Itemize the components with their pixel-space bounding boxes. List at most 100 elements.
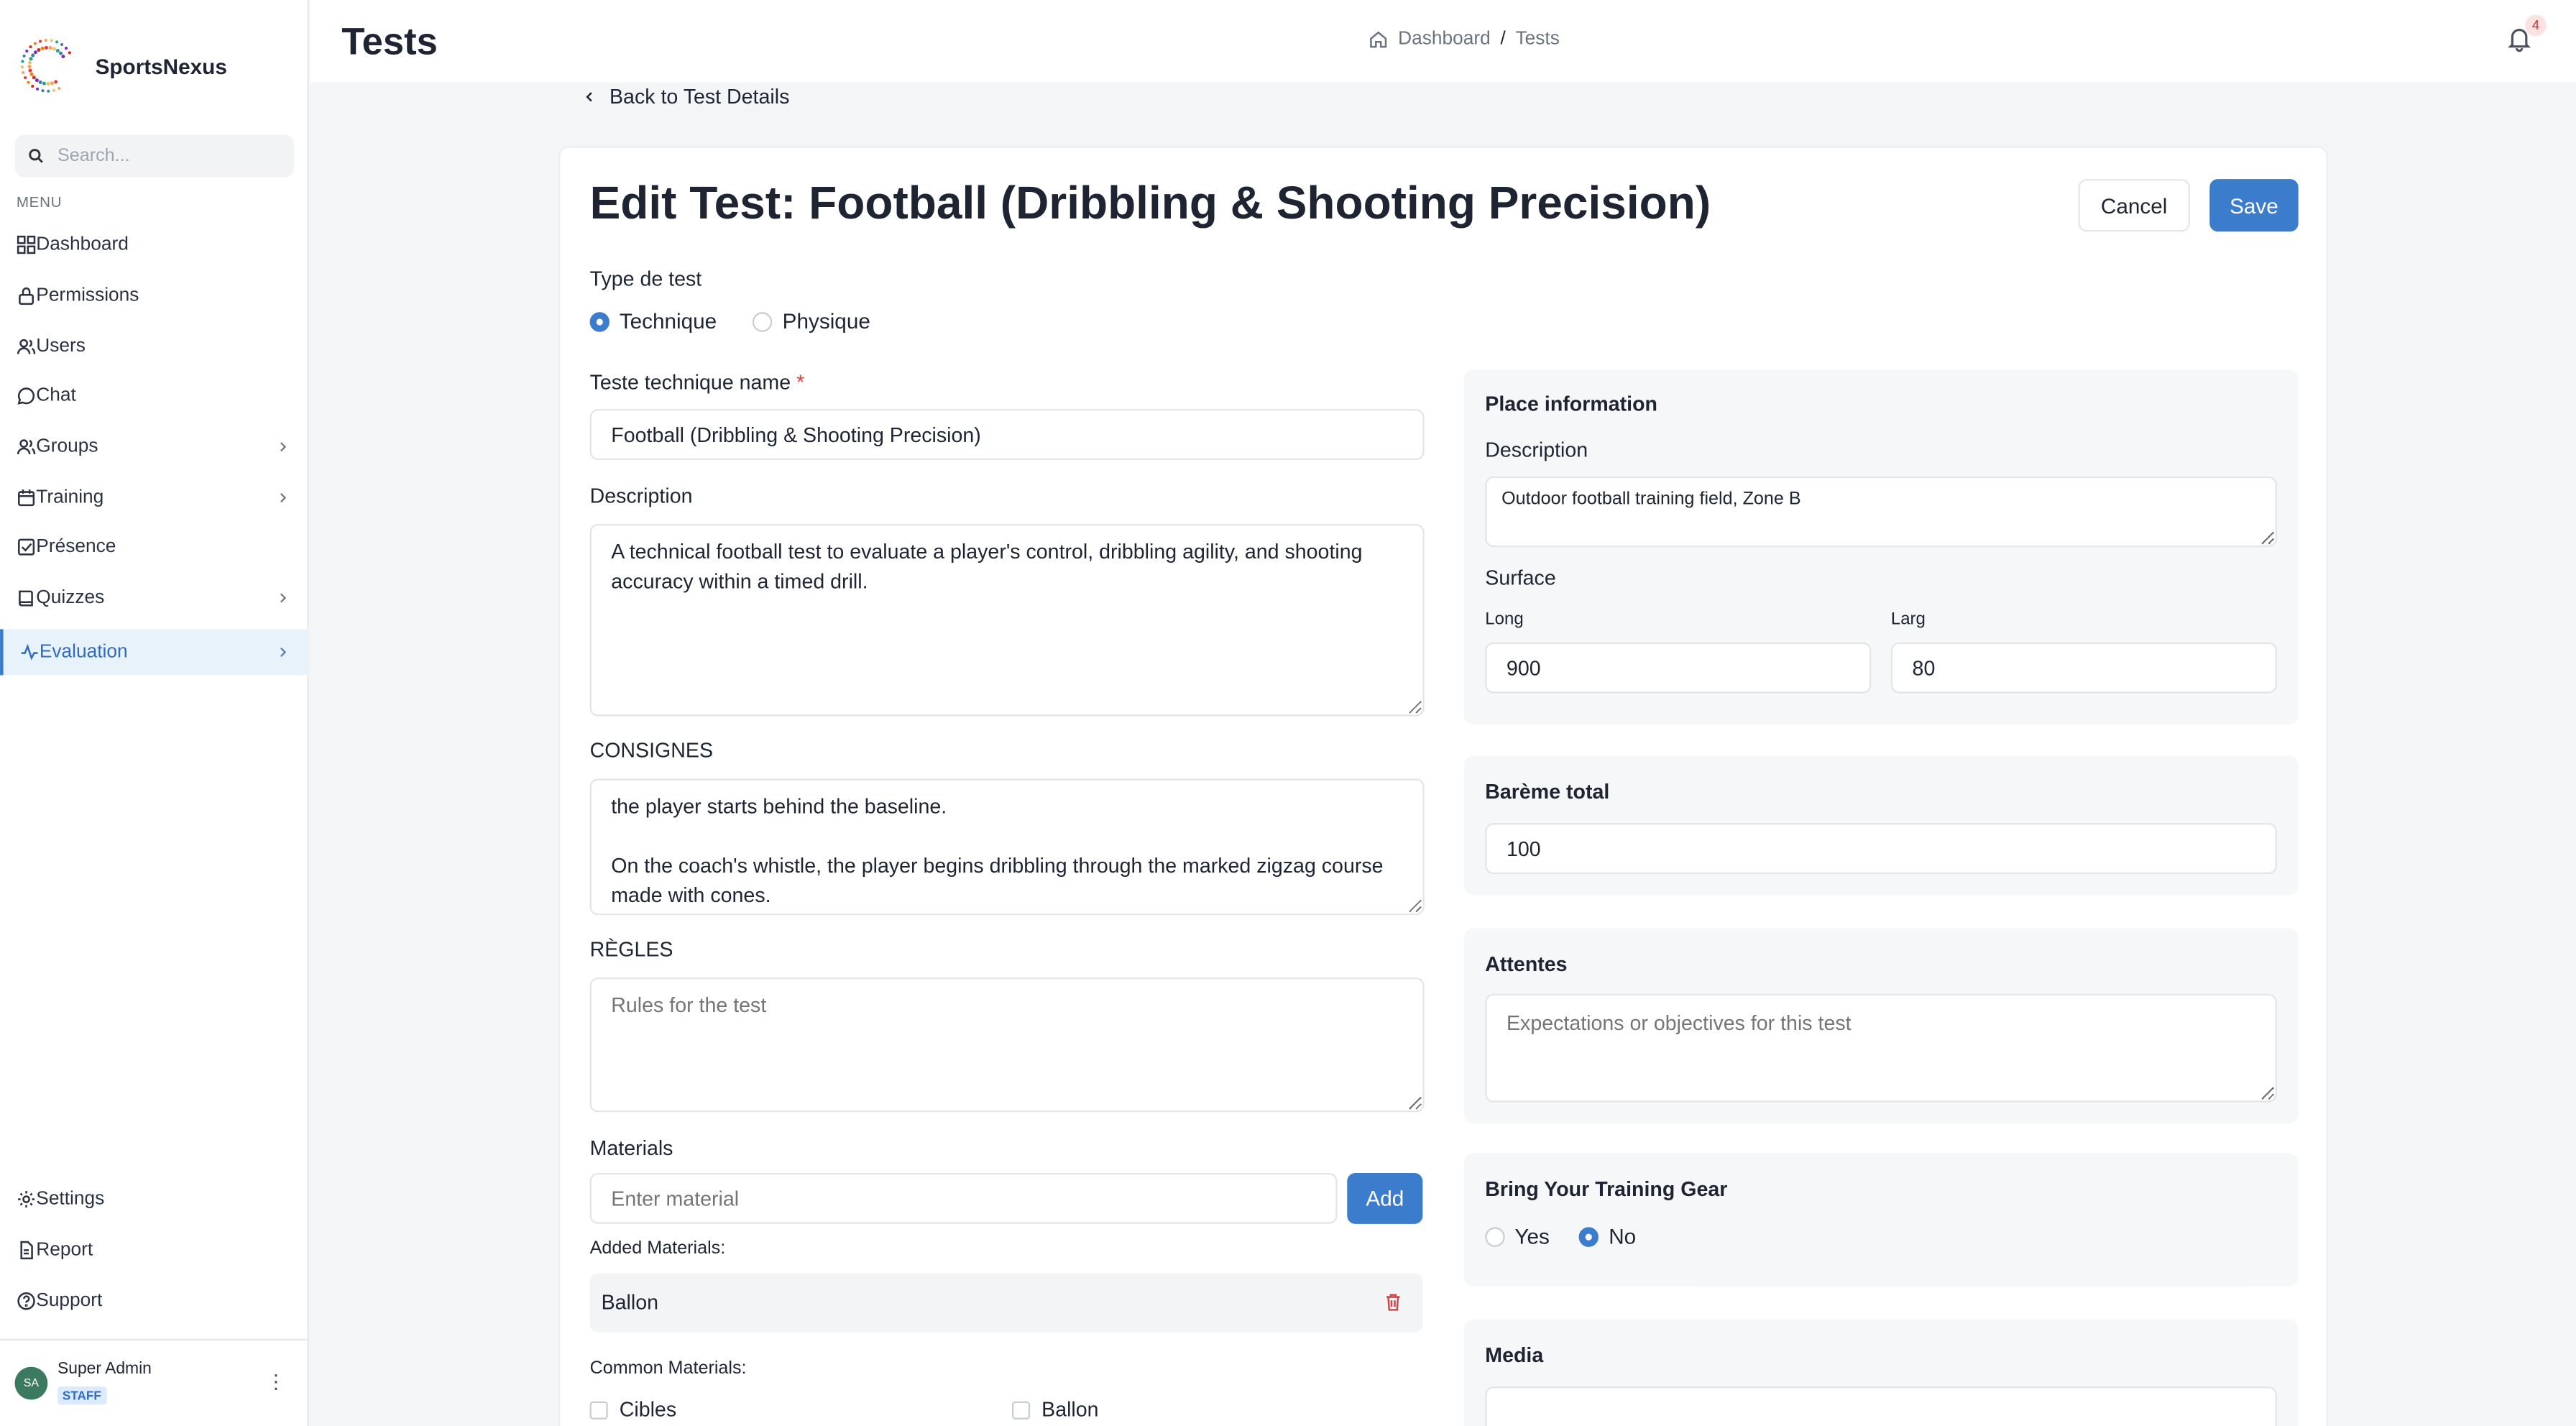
radio-no[interactable]: No xyxy=(1579,1224,1636,1248)
add-material-button[interactable]: Add xyxy=(1347,1172,1423,1224)
chat-icon xyxy=(17,388,35,405)
training-gear-title: Bring Your Training Gear xyxy=(1485,1177,1728,1201)
sidebar-item-label: Dashboard xyxy=(36,235,129,256)
larg-input[interactable] xyxy=(1890,642,2277,694)
larg-label: Larg xyxy=(1890,609,1926,630)
check-square-icon xyxy=(18,539,35,556)
media-panel: Media xyxy=(1463,1319,2299,1426)
attentes-panel: Attentes xyxy=(1463,928,2299,1124)
attentes-title: Attentes xyxy=(1485,952,1568,976)
sidebar-item-settings[interactable]: Settings xyxy=(0,1174,309,1225)
sidebar-item-label: Training xyxy=(36,487,104,507)
user-profile[interactable]: SA Super Admin STAFF ⋮ xyxy=(0,1338,309,1426)
sidebar-item-training[interactable]: Training xyxy=(0,472,309,523)
bareme-panel: Barème total xyxy=(1463,755,2299,896)
radio-label: Technique xyxy=(619,308,717,334)
calendar-icon xyxy=(18,489,35,506)
brand[interactable]: SportsNexus xyxy=(19,36,227,95)
common-materials-label: Common Materials: xyxy=(589,1358,747,1379)
save-button[interactable]: Save xyxy=(2209,179,2299,232)
media-upload[interactable] xyxy=(1485,1386,2277,1426)
place-description-textarea[interactable]: Outdoor football training field, Zone B xyxy=(1485,476,2277,548)
sidebar: SportsNexus MENU Dashboard Permissions U… xyxy=(0,0,309,1426)
material-input[interactable] xyxy=(589,1172,1338,1224)
sidebar-item-label: Users xyxy=(36,336,86,356)
app-name: SportsNexus xyxy=(95,53,227,78)
sidebar-item-report[interactable]: Report xyxy=(0,1225,309,1275)
breadcrumb-tests: Tests xyxy=(1515,29,1560,50)
edit-test-card: Edit Test: Football (Dribbling & Shootin… xyxy=(558,146,2328,1426)
search-box[interactable] xyxy=(14,134,295,178)
sidebar-item-label: Settings xyxy=(36,1190,105,1210)
consignes-textarea[interactable]: the player starts behind the baseline. O… xyxy=(589,778,1425,916)
chevron-left-icon xyxy=(586,92,592,102)
radio-physique[interactable]: Physique xyxy=(753,309,870,334)
gear-icon xyxy=(18,1191,34,1208)
sidebar-item-label: Support xyxy=(36,1290,103,1311)
sidebar-item-users[interactable]: Users xyxy=(0,321,309,372)
test-type-radios: Technique Physique xyxy=(589,308,870,334)
chevron-right-icon xyxy=(280,646,287,656)
radio-yes[interactable]: Yes xyxy=(1485,1224,1550,1248)
sidebar-item-chat[interactable]: Chat xyxy=(0,372,309,422)
regles-textarea[interactable] xyxy=(589,977,1425,1113)
role-badge: STAFF xyxy=(57,1385,106,1404)
added-materials-label: Added Materials: xyxy=(589,1238,726,1259)
chevron-right-icon xyxy=(280,593,287,603)
test-name-input[interactable] xyxy=(589,409,1425,460)
sidebar-item-label: Groups xyxy=(36,437,98,457)
back-link-label: Back to Test Details xyxy=(609,85,790,109)
sidebar-item-dashboard[interactable]: Dashboard xyxy=(0,220,309,270)
regles-label: RÈGLES xyxy=(589,938,673,962)
avatar: SA xyxy=(14,1366,48,1400)
description-label: Description xyxy=(589,484,693,508)
cancel-button[interactable]: Cancel xyxy=(2078,179,2190,232)
place-title: Place information xyxy=(1485,392,1658,416)
sidebar-item-quizzes[interactable]: Quizzes xyxy=(0,573,309,623)
search-input[interactable] xyxy=(57,146,272,166)
bareme-input[interactable] xyxy=(1485,823,2277,874)
sidebar-item-presence[interactable]: Présence xyxy=(0,523,309,573)
sidebar-item-evaluation[interactable]: Evaluation xyxy=(0,628,309,675)
chevron-right-icon xyxy=(280,492,287,502)
checkbox xyxy=(1011,1400,1031,1419)
media-title: Media xyxy=(1485,1343,1544,1367)
groups-icon xyxy=(17,439,36,455)
secondary-nav: Settings Report Support xyxy=(0,1174,309,1325)
materials-label: Materials xyxy=(589,1136,673,1160)
lock-icon xyxy=(19,288,34,305)
dashboard-icon xyxy=(17,236,36,255)
sidebar-item-label: Chat xyxy=(36,387,76,407)
checkbox-label: Cibles xyxy=(619,1398,677,1422)
user-name: Super Admin xyxy=(57,1359,152,1378)
search-icon xyxy=(29,149,43,163)
common-material-ballon[interactable]: Ballon xyxy=(1011,1398,1099,1421)
sidebar-item-label: Quizzes xyxy=(36,588,105,609)
place-description-label: Description xyxy=(1485,438,1588,462)
radio-dot xyxy=(1579,1226,1599,1246)
top-header: Tests Dashboard / Tests 4 xyxy=(310,0,2576,83)
help-icon xyxy=(17,1292,35,1310)
more-vertical-icon[interactable]: ⋮ xyxy=(266,1370,285,1393)
material-name: Ballon xyxy=(601,1291,658,1315)
test-name-label-text: Teste technique name xyxy=(589,371,791,395)
radio-technique[interactable]: Technique xyxy=(589,308,717,334)
long-input[interactable] xyxy=(1485,642,1872,694)
back-link[interactable]: Back to Test Details xyxy=(583,86,789,109)
trash-icon[interactable] xyxy=(1385,1293,1402,1311)
edit-title: Edit Test: Football (Dribbling & Shootin… xyxy=(589,177,1711,229)
menu-label: MENU xyxy=(16,193,63,211)
sidebar-item-groups[interactable]: Groups xyxy=(0,422,309,472)
file-icon xyxy=(20,1241,33,1260)
sidebar-item-support[interactable]: Support xyxy=(0,1276,309,1326)
description-textarea[interactable]: A technical football test to evaluate a … xyxy=(589,524,1425,717)
sidebar-item-label: Evaluation xyxy=(39,641,128,661)
common-material-cibles[interactable]: Cibles xyxy=(589,1398,677,1422)
sidebar-item-permissions[interactable]: Permissions xyxy=(0,270,309,321)
breadcrumb-dashboard[interactable]: Dashboard xyxy=(1398,29,1491,49)
attentes-textarea[interactable] xyxy=(1485,993,2277,1103)
bareme-title: Barème total xyxy=(1485,780,1610,804)
radio-dot xyxy=(1485,1226,1505,1246)
added-material-item: Ballon xyxy=(589,1273,1423,1333)
activity-icon xyxy=(21,643,38,660)
